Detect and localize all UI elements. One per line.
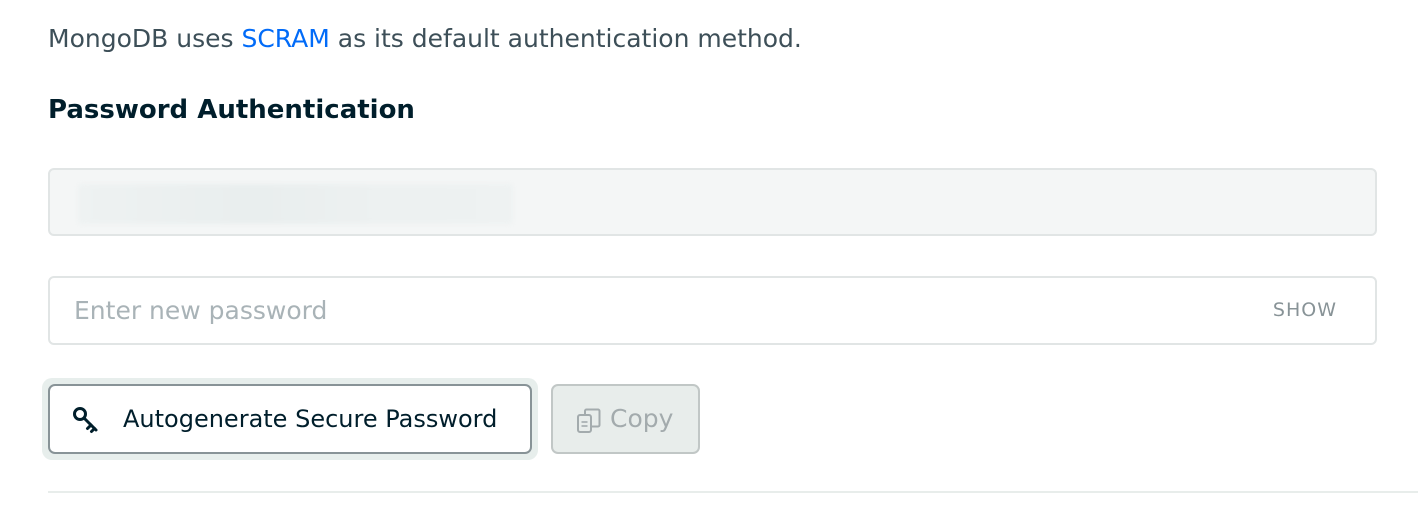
- autogenerate-button-label: Autogenerate Secure Password: [123, 405, 498, 433]
- password-field[interactable]: SHOW: [48, 276, 1377, 345]
- section-title: Password Authentication: [48, 95, 415, 125]
- autogenerate-password-button[interactable]: Autogenerate Secure Password: [48, 384, 532, 454]
- divider: [48, 491, 1418, 493]
- intro-prefix: MongoDB uses: [48, 24, 242, 53]
- intro-suffix: as its default authentication method.: [329, 24, 802, 53]
- intro-text: MongoDB uses SCRAM as its default authen…: [48, 20, 802, 58]
- copy-button[interactable]: Copy: [551, 384, 700, 454]
- redacted-username: [78, 184, 513, 224]
- password-input[interactable]: [74, 278, 1234, 343]
- password-authentication-panel: MongoDB uses SCRAM as its default authen…: [0, 0, 1418, 512]
- username-field: [48, 168, 1377, 236]
- copy-icon: [577, 408, 601, 433]
- copy-button-label: Copy: [610, 404, 674, 433]
- scram-link[interactable]: SCRAM: [241, 24, 329, 53]
- show-password-toggle[interactable]: SHOW: [1273, 278, 1337, 343]
- key-icon: [73, 407, 98, 433]
